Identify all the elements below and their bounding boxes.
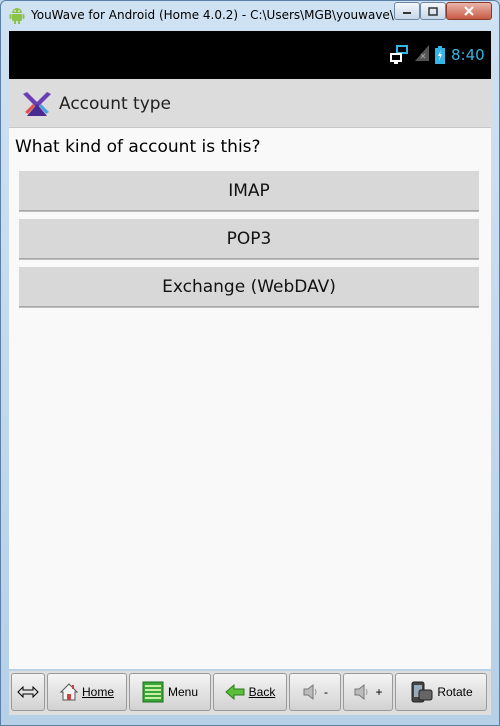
resize-arrows-icon <box>17 686 39 698</box>
rotate-button[interactable]: Rotate <box>395 673 487 711</box>
volume-down-button[interactable]: - <box>289 673 341 711</box>
back-button[interactable]: Back <box>213 673 287 711</box>
android-screen: 8:40 Account type What kind of account i… <box>9 31 491 669</box>
pop3-button[interactable]: POP3 <box>19 219 479 259</box>
menu-button[interactable]: Menu <box>129 673 211 711</box>
volume-up-label: + <box>375 685 383 699</box>
action-bar: Account type <box>9 79 491 128</box>
back-arrow-icon <box>224 684 245 700</box>
maximize-icon <box>428 6 438 16</box>
android-app-icon <box>9 8 25 24</box>
minimize-icon <box>403 12 411 14</box>
email-app-icon[interactable] <box>21 90 53 118</box>
home-button[interactable]: Home <box>47 673 127 711</box>
close-button[interactable] <box>446 2 492 20</box>
window-title: YouWave for Android (Home 4.0.2) - C:\Us… <box>31 8 394 22</box>
signal-icon <box>415 45 429 61</box>
network-icon <box>390 45 408 64</box>
clock: 8:40 <box>451 46 485 64</box>
menu-icon <box>142 681 164 703</box>
resize-button[interactable] <box>11 673 45 711</box>
imap-button[interactable]: IMAP <box>19 171 479 211</box>
home-label: Home <box>81 685 114 699</box>
emulator-toolbar: Home Menu Back - + Rotate <box>9 671 491 715</box>
speaker-icon <box>354 683 368 701</box>
maximize-button[interactable] <box>420 2 446 20</box>
account-type-question: What kind of account is this? <box>15 137 261 157</box>
back-label: Back <box>248 685 276 699</box>
volume-up-button[interactable]: + <box>343 673 393 711</box>
page-title: Account type <box>59 94 172 114</box>
rotate-label: Rotate <box>437 685 473 699</box>
status-bar: 8:40 <box>9 31 491 79</box>
window-titlebar[interactable]: YouWave for Android (Home 4.0.2) - C:\Us… <box>1 1 499 29</box>
emulator-window: YouWave for Android (Home 4.0.2) - C:\Us… <box>0 0 500 726</box>
minimize-button[interactable] <box>394 2 420 20</box>
rotate-device-icon <box>411 681 433 703</box>
close-icon <box>464 6 474 16</box>
speaker-icon <box>303 683 317 701</box>
home-icon <box>59 683 78 701</box>
battery-icon <box>435 46 445 64</box>
menu-label: Menu <box>167 685 199 699</box>
exchange-button[interactable]: Exchange (WebDAV) <box>19 267 479 307</box>
volume-down-label: - <box>324 685 328 699</box>
